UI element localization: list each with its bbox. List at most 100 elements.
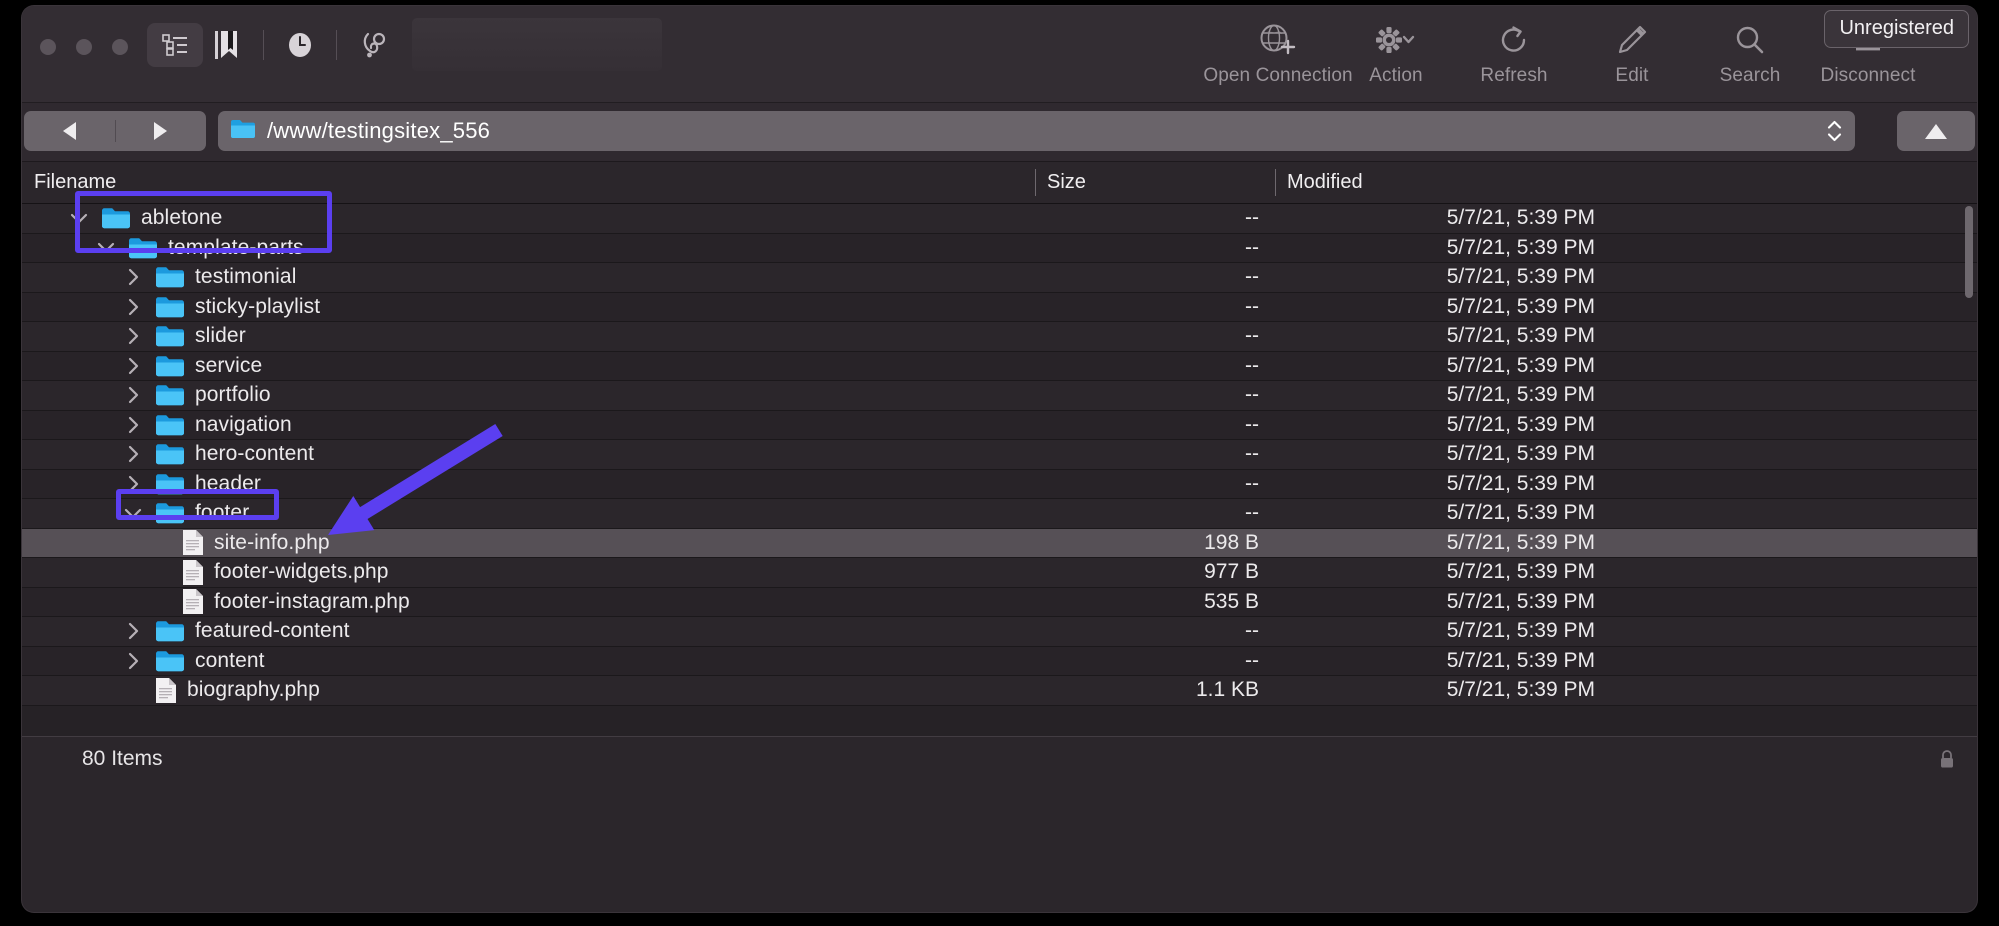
- history-clock-icon[interactable]: [276, 23, 324, 67]
- row-name-cell: footer: [124, 499, 249, 528]
- file-icon: [183, 530, 203, 556]
- disclosure-twisty[interactable]: [124, 475, 142, 493]
- disclosure-twisty[interactable]: [124, 268, 142, 286]
- chevron-right-icon: [128, 416, 138, 433]
- row-modified: 5/7/21, 5:39 PM: [1446, 678, 1595, 702]
- search-button[interactable]: Search: [1691, 16, 1809, 87]
- row-filename: footer-widgets.php: [214, 560, 389, 584]
- disclosure-twisty[interactable]: [97, 242, 115, 253]
- up-arrow-icon: [1925, 123, 1947, 139]
- vertical-scrollbar[interactable]: [1963, 204, 1974, 736]
- folder-icon: [129, 238, 157, 258]
- table-row[interactable]: site-info.php 198 B 5/7/21, 5:39 PM: [22, 528, 1977, 558]
- chevron-right-icon: [128, 475, 138, 492]
- folder-icon: [156, 444, 184, 465]
- table-row[interactable]: content -- 5/7/21, 5:39 PM: [22, 646, 1977, 676]
- forward-button[interactable]: [116, 111, 207, 151]
- row-filename: sticky-playlist: [195, 294, 321, 318]
- folder-icon: [102, 208, 130, 229]
- row-name-cell: navigation: [124, 411, 292, 440]
- table-row[interactable]: abletone -- 5/7/21, 5:39 PM: [22, 204, 1977, 234]
- minimize-button[interactable]: [76, 39, 92, 55]
- chevron-right-icon: [128, 328, 138, 345]
- disclosure-twisty[interactable]: [124, 445, 142, 463]
- disclosure-twisty[interactable]: [124, 622, 142, 640]
- row-size: --: [1245, 471, 1259, 495]
- column-header-filename[interactable]: Filename: [22, 162, 1035, 203]
- table-row[interactable]: hero-content -- 5/7/21, 5:39 PM: [22, 440, 1977, 470]
- folder-icon: [156, 356, 184, 376]
- table-row[interactable]: template-parts -- 5/7/21, 5:39 PM: [22, 233, 1977, 263]
- disclosure-twisty[interactable]: [124, 386, 142, 404]
- navigation-bar: /www/testingsitex_556: [22, 103, 1977, 162]
- refresh-button[interactable]: Refresh: [1455, 16, 1573, 87]
- row-modified: 5/7/21, 5:39 PM: [1446, 442, 1595, 466]
- path-field[interactable]: /www/testingsitex_556: [218, 111, 1855, 151]
- bonjour-icon[interactable]: [349, 23, 397, 67]
- table-row[interactable]: sticky-playlist -- 5/7/21, 5:39 PM: [22, 292, 1977, 322]
- folder-icon: [156, 297, 184, 317]
- disclosure-twisty[interactable]: [124, 508, 142, 519]
- zoom-button[interactable]: [112, 39, 128, 55]
- folder-icon: [155, 619, 185, 643]
- open-connection-button[interactable]: Open Connection: [1203, 16, 1353, 87]
- table-row[interactable]: testimonial -- 5/7/21, 5:39 PM: [22, 263, 1977, 293]
- disclosure-twisty[interactable]: [124, 327, 142, 345]
- back-button[interactable]: [24, 111, 115, 151]
- window-traffic-lights: [40, 39, 128, 55]
- table-row[interactable]: slider -- 5/7/21, 5:39 PM: [22, 322, 1977, 352]
- disclosure-twisty[interactable]: [124, 652, 142, 670]
- row-filename: testimonial: [195, 265, 297, 289]
- disclosure-twisty[interactable]: [70, 213, 88, 224]
- table-row[interactable]: navigation -- 5/7/21, 5:39 PM: [22, 410, 1977, 440]
- table-row[interactable]: featured-content -- 5/7/21, 5:39 PM: [22, 617, 1977, 647]
- action-button[interactable]: Action: [1337, 16, 1455, 87]
- table-row[interactable]: biography.php 1.1 KB 5/7/21, 5:39 PM: [22, 676, 1977, 706]
- table-row[interactable]: footer-widgets.php 977 B 5/7/21, 5:39 PM: [22, 558, 1977, 588]
- parent-directory-button[interactable]: [1897, 111, 1975, 151]
- file-list[interactable]: abletone -- 5/7/21, 5:39 PM template-parts -…: [22, 204, 1977, 736]
- disclosure-twisty[interactable]: [124, 357, 142, 375]
- scrollbar-thumb[interactable]: [1965, 206, 1973, 298]
- row-name-cell: header: [124, 470, 261, 499]
- column-header-modified[interactable]: Modified: [1275, 162, 1775, 203]
- folder-icon: [155, 324, 185, 348]
- disclosure-twisty[interactable]: [124, 298, 142, 316]
- disclosure-twisty[interactable]: [124, 416, 142, 434]
- folder-icon: [156, 621, 184, 642]
- row-name-cell: footer-widgets.php: [151, 558, 389, 587]
- file-icon: [155, 677, 177, 704]
- row-size: --: [1245, 412, 1259, 436]
- row-size: 535 B: [1204, 589, 1259, 613]
- table-row[interactable]: header -- 5/7/21, 5:39 PM: [22, 469, 1977, 499]
- view-list-icon[interactable]: [147, 23, 203, 67]
- row-filename: service: [195, 353, 263, 377]
- row-name-cell: portfolio: [124, 381, 271, 410]
- table-row[interactable]: service -- 5/7/21, 5:39 PM: [22, 351, 1977, 381]
- row-filename: portfolio: [195, 383, 271, 407]
- chevron-right-icon: [128, 357, 138, 374]
- folder-icon: [156, 415, 184, 435]
- table-row[interactable]: portfolio -- 5/7/21, 5:39 PM: [22, 381, 1977, 411]
- bookmark-icon[interactable]: [203, 23, 251, 67]
- toolbar-blank-field[interactable]: [412, 18, 662, 71]
- row-filename: navigation: [195, 412, 292, 436]
- unregistered-badge[interactable]: Unregistered: [1824, 10, 1969, 48]
- close-button[interactable]: [40, 39, 56, 55]
- file-icon: [183, 589, 203, 615]
- row-size: --: [1245, 442, 1259, 466]
- table-row[interactable]: footer-instagram.php 535 B 5/7/21, 5:39 PM: [22, 587, 1977, 617]
- file-icon: [182, 588, 204, 615]
- row-modified: 5/7/21, 5:39 PM: [1446, 560, 1595, 584]
- back-arrow-icon: [62, 122, 76, 140]
- chevron-right-icon: [128, 387, 138, 404]
- file-icon: [182, 529, 204, 556]
- forward-arrow-icon: [154, 122, 168, 140]
- toolbar-divider-1: [263, 30, 264, 60]
- table-row[interactable]: footer -- 5/7/21, 5:39 PM: [22, 499, 1977, 529]
- path-stepper[interactable]: [1827, 120, 1842, 142]
- row-modified: 5/7/21, 5:39 PM: [1446, 471, 1595, 495]
- row-filename: header: [195, 471, 261, 495]
- column-header-size[interactable]: Size: [1035, 162, 1275, 203]
- edit-button[interactable]: Edit: [1573, 16, 1691, 87]
